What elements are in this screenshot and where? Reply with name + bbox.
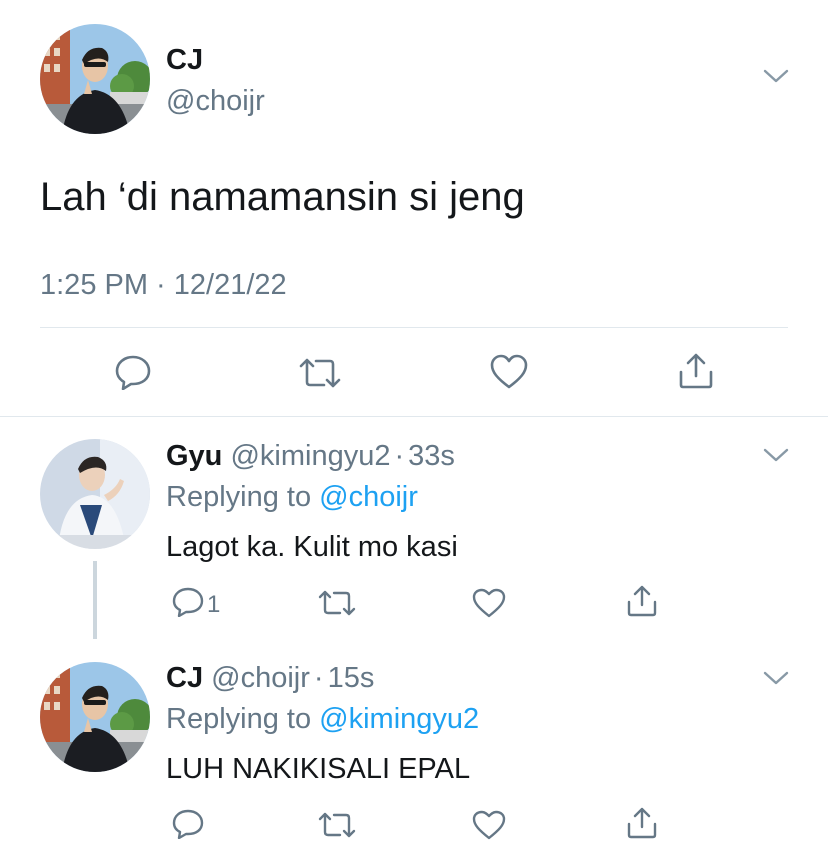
reply-text: Lagot ka. Kulit mo kasi	[166, 531, 458, 563]
replying-to-line: Replying to @kimingyu2	[166, 702, 479, 736]
replying-to-link[interactable]: @choijr	[319, 481, 418, 513]
reply-author-avatar[interactable]	[40, 439, 150, 549]
replying-to-link[interactable]: @kimingyu2	[319, 703, 479, 735]
main-tweet: CJ @choijr Lah ‘di namamansin si jeng 1:…	[0, 0, 828, 416]
reply-count: 1	[207, 591, 221, 618]
reply-icon	[172, 809, 204, 839]
retweet-button[interactable]	[318, 589, 356, 617]
more-options-button[interactable]	[763, 68, 789, 84]
share-button[interactable]	[626, 585, 658, 617]
like-icon	[472, 588, 506, 618]
retweet-button[interactable]	[318, 811, 356, 839]
replying-to-label: Replying to	[166, 703, 312, 735]
share-button[interactable]	[626, 807, 658, 839]
like-icon	[489, 354, 529, 390]
chevron-down-icon	[763, 670, 789, 686]
reply-header: Gyu @kimingyu2 · 33s	[166, 439, 455, 473]
divider	[40, 327, 788, 328]
share-icon	[626, 807, 658, 839]
reply-time[interactable]: 33s	[408, 440, 455, 472]
like-button[interactable]	[489, 354, 529, 390]
reply-text: LUH NAKIKISALI EPAL	[166, 753, 471, 785]
reply-button[interactable]	[172, 587, 204, 617]
chevron-down-icon	[763, 447, 789, 463]
reply-time[interactable]: 15s	[328, 662, 375, 694]
reply-author-name[interactable]: Gyu	[166, 440, 222, 472]
reply-button[interactable]	[114, 354, 152, 390]
share-icon	[677, 352, 715, 390]
reply-tweet: CJ @choijr · 15s Replying to @kimingyu2 LU…	[0, 640, 828, 861]
author-name[interactable]: CJ	[166, 43, 203, 77]
retweet-icon	[318, 589, 356, 617]
more-options-button[interactable]	[763, 670, 789, 686]
header-separator: ·	[394, 440, 405, 472]
author-handle[interactable]: @choijr	[166, 84, 265, 118]
like-button[interactable]	[472, 588, 506, 618]
reply-icon	[114, 354, 152, 390]
header-separator: ·	[313, 662, 324, 694]
thread-line	[93, 561, 97, 639]
reply-button[interactable]	[172, 809, 204, 839]
like-icon	[472, 810, 506, 840]
reply-icon	[172, 587, 204, 617]
retweet-icon	[318, 811, 356, 839]
replying-to-label: Replying to	[166, 481, 312, 513]
share-button[interactable]	[677, 352, 715, 390]
like-button[interactable]	[472, 810, 506, 840]
chevron-down-icon	[763, 68, 789, 84]
reply-author-avatar[interactable]	[40, 662, 150, 772]
share-icon	[626, 585, 658, 617]
reply-header: CJ @choijr · 15s	[166, 661, 374, 695]
reply-author-name[interactable]: CJ	[166, 662, 203, 694]
replying-to-line: Replying to @choijr	[166, 480, 418, 514]
tweet-timestamp[interactable]: 1:25 PM · 12/21/22	[40, 268, 287, 302]
reply-author-handle[interactable]: @choijr	[211, 662, 310, 694]
retweet-icon	[298, 356, 342, 390]
reply-tweet: Gyu @kimingyu2 · 33s Replying to @choijr L…	[0, 417, 828, 639]
more-options-button[interactable]	[763, 447, 789, 463]
tweet-text: Lah ‘di namamansin si jeng	[40, 175, 525, 219]
retweet-button[interactable]	[298, 356, 342, 390]
reply-author-handle[interactable]: @kimingyu2	[230, 440, 390, 472]
author-avatar[interactable]	[40, 24, 150, 134]
